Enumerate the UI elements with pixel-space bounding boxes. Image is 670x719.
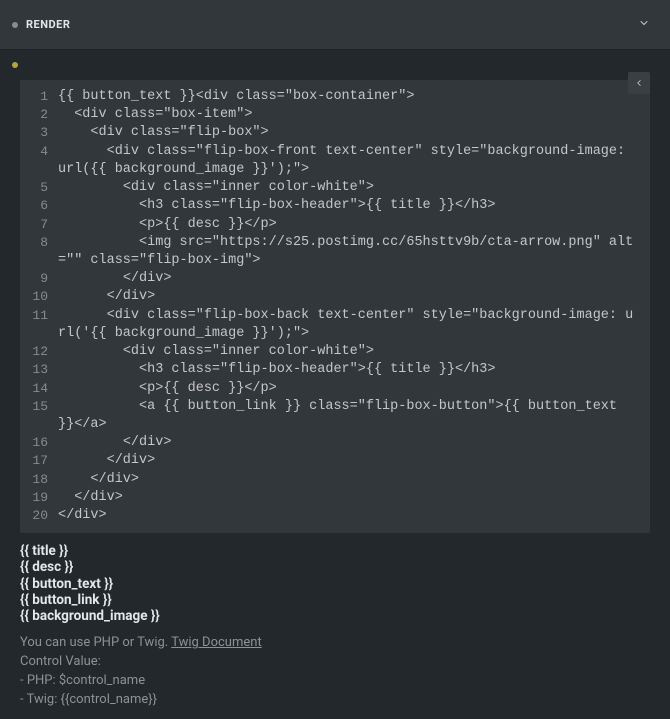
code-text[interactable]: </div> [58, 489, 650, 507]
line-number: 5 [20, 179, 58, 197]
code-line[interactable]: 9 </div> [20, 270, 650, 288]
code-text[interactable]: <div class="inner color-white"> [58, 343, 650, 361]
header-marker-icon [12, 22, 18, 28]
line-number: 10 [20, 288, 58, 306]
panel-title: RENDER [26, 18, 70, 31]
php-example: - PHP: $control_name [20, 672, 650, 691]
variable-token: {{ desc }} [20, 559, 650, 575]
code-line[interactable]: 6 <h3 class="flip-box-header">{{ title }… [20, 197, 650, 215]
control-value-label: Control Value: [20, 653, 650, 672]
code-editor[interactable]: 1{{ button_text }}<div class="box-contai… [20, 80, 650, 533]
code-text[interactable]: <div class="flip-box-front text-center" … [58, 143, 650, 179]
code-text[interactable]: </div> [58, 507, 650, 525]
code-text[interactable]: </div> [58, 270, 650, 288]
code-line[interactable]: 13 <h3 class="flip-box-header">{{ title … [20, 361, 650, 379]
line-number: 8 [20, 234, 58, 252]
code-line[interactable]: 3 <div class="flip-box"> [20, 124, 650, 142]
code-text[interactable]: </div> [58, 452, 650, 470]
code-line[interactable]: 14 <p>{{ desc }}</p> [20, 380, 650, 398]
variable-token: {{ button_link }} [20, 592, 650, 608]
code-line[interactable]: 12 <div class="inner color-white"> [20, 343, 650, 361]
status-dot-icon [12, 62, 18, 68]
code-text[interactable]: <img src="https://s25.postimg.cc/65hsttv… [58, 234, 650, 270]
line-number: 12 [20, 343, 58, 361]
line-number: 14 [20, 380, 58, 398]
code-line[interactable]: 16 </div> [20, 434, 650, 452]
hint-text: You can use PHP or Twig. Twig Document C… [0, 628, 670, 715]
line-number: 15 [20, 398, 58, 416]
code-text[interactable]: </div> [58, 471, 650, 489]
code-line[interactable]: 10 </div> [20, 288, 650, 306]
line-number: 7 [20, 216, 58, 234]
code-text[interactable]: <p>{{ desc }}</p> [58, 216, 650, 234]
code-line[interactable]: 20</div> [20, 507, 650, 525]
code-line[interactable]: 19 </div> [20, 489, 650, 507]
line-number: 13 [20, 361, 58, 379]
collapse-button[interactable] [628, 72, 650, 94]
code-text[interactable]: <div class="box-item"> [58, 106, 650, 124]
variable-list: {{ title }}{{ desc }}{{ button_text }}{{… [0, 533, 670, 628]
panel-header: RENDER [0, 0, 670, 50]
section-head [0, 50, 670, 80]
code-text[interactable]: </div> [58, 434, 650, 452]
line-number: 11 [20, 307, 58, 325]
line-number: 9 [20, 270, 58, 288]
variable-token: {{ title }} [20, 543, 650, 559]
variable-token: {{ background_image }} [20, 608, 650, 624]
code-line[interactable]: 15 <a {{ button_link }} class="flip-box-… [20, 398, 650, 434]
line-number: 4 [20, 143, 58, 161]
line-number: 20 [20, 507, 58, 525]
line-number: 1 [20, 88, 58, 106]
code-text[interactable]: <div class="flip-box-back text-center" s… [58, 307, 650, 343]
line-number: 2 [20, 106, 58, 124]
code-line[interactable]: 17 </div> [20, 452, 650, 470]
code-line[interactable]: 11 <div class="flip-box-back text-center… [20, 307, 650, 343]
line-number: 3 [20, 124, 58, 142]
line-number: 17 [20, 452, 58, 470]
variable-token: {{ button_text }} [20, 576, 650, 592]
code-text[interactable]: <h3 class="flip-box-header">{{ title }}<… [58, 361, 650, 379]
code-line[interactable]: 2 <div class="box-item"> [20, 106, 650, 124]
code-text[interactable]: {{ button_text }}<div class="box-contain… [58, 88, 650, 106]
line-number: 19 [20, 489, 58, 507]
line-number: 18 [20, 471, 58, 489]
twig-example: - Twig: {{control_name}} [20, 691, 650, 710]
twig-doc-link[interactable]: Twig Document [171, 635, 262, 650]
code-line[interactable]: 7 <p>{{ desc }}</p> [20, 216, 650, 234]
code-text[interactable]: </div> [58, 288, 650, 306]
code-text[interactable]: <div class="inner color-white"> [58, 179, 650, 197]
code-line[interactable]: 1{{ button_text }}<div class="box-contai… [20, 88, 650, 106]
line-number: 16 [20, 434, 58, 452]
code-text[interactable]: <a {{ button_link }} class="flip-box-but… [58, 398, 650, 434]
hint-prefix: You can use PHP or Twig. [20, 635, 171, 650]
code-line[interactable]: 8 <img src="https://s25.postimg.cc/65hst… [20, 234, 650, 270]
code-line[interactable]: 18 </div> [20, 471, 650, 489]
code-line[interactable]: 4 <div class="flip-box-front text-center… [20, 143, 650, 179]
code-text[interactable]: <h3 class="flip-box-header">{{ title }}<… [58, 197, 650, 215]
chevron-down-icon[interactable] [630, 13, 658, 37]
line-number: 6 [20, 197, 58, 215]
code-text[interactable]: <p>{{ desc }}</p> [58, 380, 650, 398]
code-text[interactable]: <div class="flip-box"> [58, 124, 650, 142]
code-line[interactable]: 5 <div class="inner color-white"> [20, 179, 650, 197]
